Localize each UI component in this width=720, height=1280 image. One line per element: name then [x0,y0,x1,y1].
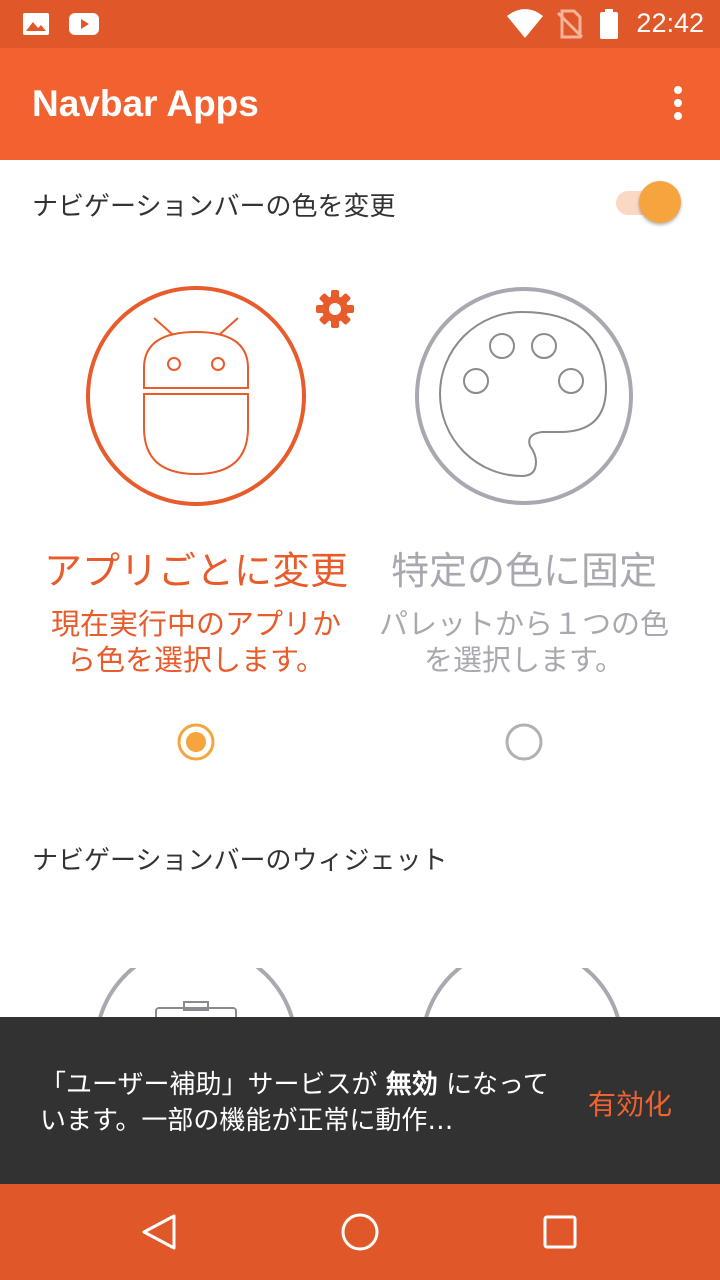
system-nav-bar [0,1184,720,1280]
battery-icon [600,9,618,39]
enable-button[interactable]: 有効化 [588,1083,672,1123]
color-section-label: ナビゲーションバーの色を変更 [32,192,396,222]
clock: 22:42 [636,8,704,38]
more-vert-icon[interactable] [666,86,690,126]
image-icon [23,13,49,35]
per-app-option-icon[interactable] [84,284,308,508]
home-icon[interactable] [336,1208,384,1256]
per-app-option-description: 現在実行中のアプリか ら色を選択します。 [50,607,341,677]
widget-section-label: ナビゲーションバーのウィジェット [32,846,448,876]
no-sim-icon [556,9,584,39]
navbar-color-toggle[interactable] [612,181,684,225]
app-title: Navbar Apps [32,83,259,124]
gear-icon[interactable] [314,288,356,330]
android-icon [143,317,249,476]
fixed-color-option-title: 特定の色に固定 [390,549,657,593]
toggle-thumb [639,181,681,223]
status-bar: 22:42 [0,0,720,48]
recents-icon[interactable] [536,1208,584,1256]
per-app-option-title: アプリごとに変更 [43,549,348,593]
snackbar: 「ユーザー補助」サービスが 無効 になっています。一部の機能が正常に動作… 有効… [0,1017,720,1184]
snackbar-message: 「ユーザー補助」サービスが 無効 になっています。一部の機能が正常に動作… [40,1070,549,1136]
per-app-radio[interactable] [176,722,216,762]
fixed-color-option-description: パレットから１つの色 を選択します。 [378,607,669,677]
fixed-color-radio[interactable] [504,722,544,762]
app-bar: Navbar Apps [0,48,720,160]
palette-icon [439,310,608,478]
back-icon[interactable] [136,1208,184,1256]
youtube-icon [69,13,99,35]
wifi-icon [507,9,543,38]
fixed-color-option-icon[interactable] [414,284,638,508]
